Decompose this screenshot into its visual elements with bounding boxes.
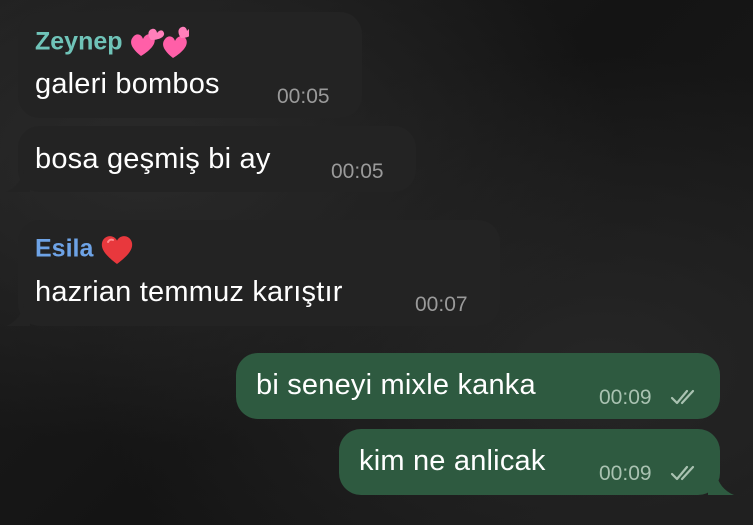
bubble-tail (708, 473, 734, 495)
message-bubble-outgoing[interactable]: bi seneyi mixle kanka 00:09 (236, 353, 720, 419)
message-text: hazrian temmuz karıştır (35, 276, 343, 308)
message-bubble-outgoing[interactable]: kim ne anlicak 00:09 (339, 429, 720, 495)
message-text: galeri bombos (35, 68, 220, 100)
message-time: 00:05 (331, 160, 384, 183)
chat-background: { "messages": [ {"sender": "Zeynep", "se… (0, 0, 753, 525)
bubble-tail (6, 304, 30, 326)
message-bubble-incoming[interactable]: Esila hazrian temmuz karıştır 00:07 (18, 220, 500, 326)
message-time: 00:05 (277, 85, 330, 108)
double-check-icon (670, 465, 695, 481)
message-text: bi seneyi mixle kanka (256, 369, 536, 401)
message-time: 00:07 (415, 293, 468, 316)
message-text: bosa geşmiş bi ay (35, 143, 271, 175)
sender-name[interactable]: Esila (35, 234, 134, 266)
message-time: 00:09 (599, 386, 652, 409)
message-bubble-incoming[interactable]: Zeynep galeri bombos 00:05 (18, 12, 362, 118)
message-time: 00:09 (599, 462, 652, 485)
two-hearts-icon (131, 26, 190, 58)
sender-name[interactable]: Zeynep (35, 26, 190, 60)
bubble-tail (6, 170, 30, 192)
red-heart-icon (102, 236, 133, 264)
message-bubble-incoming[interactable]: bosa geşmiş bi ay 00:05 (18, 126, 416, 192)
message-text: kim ne anlicak (359, 445, 546, 477)
double-check-icon (670, 389, 695, 405)
